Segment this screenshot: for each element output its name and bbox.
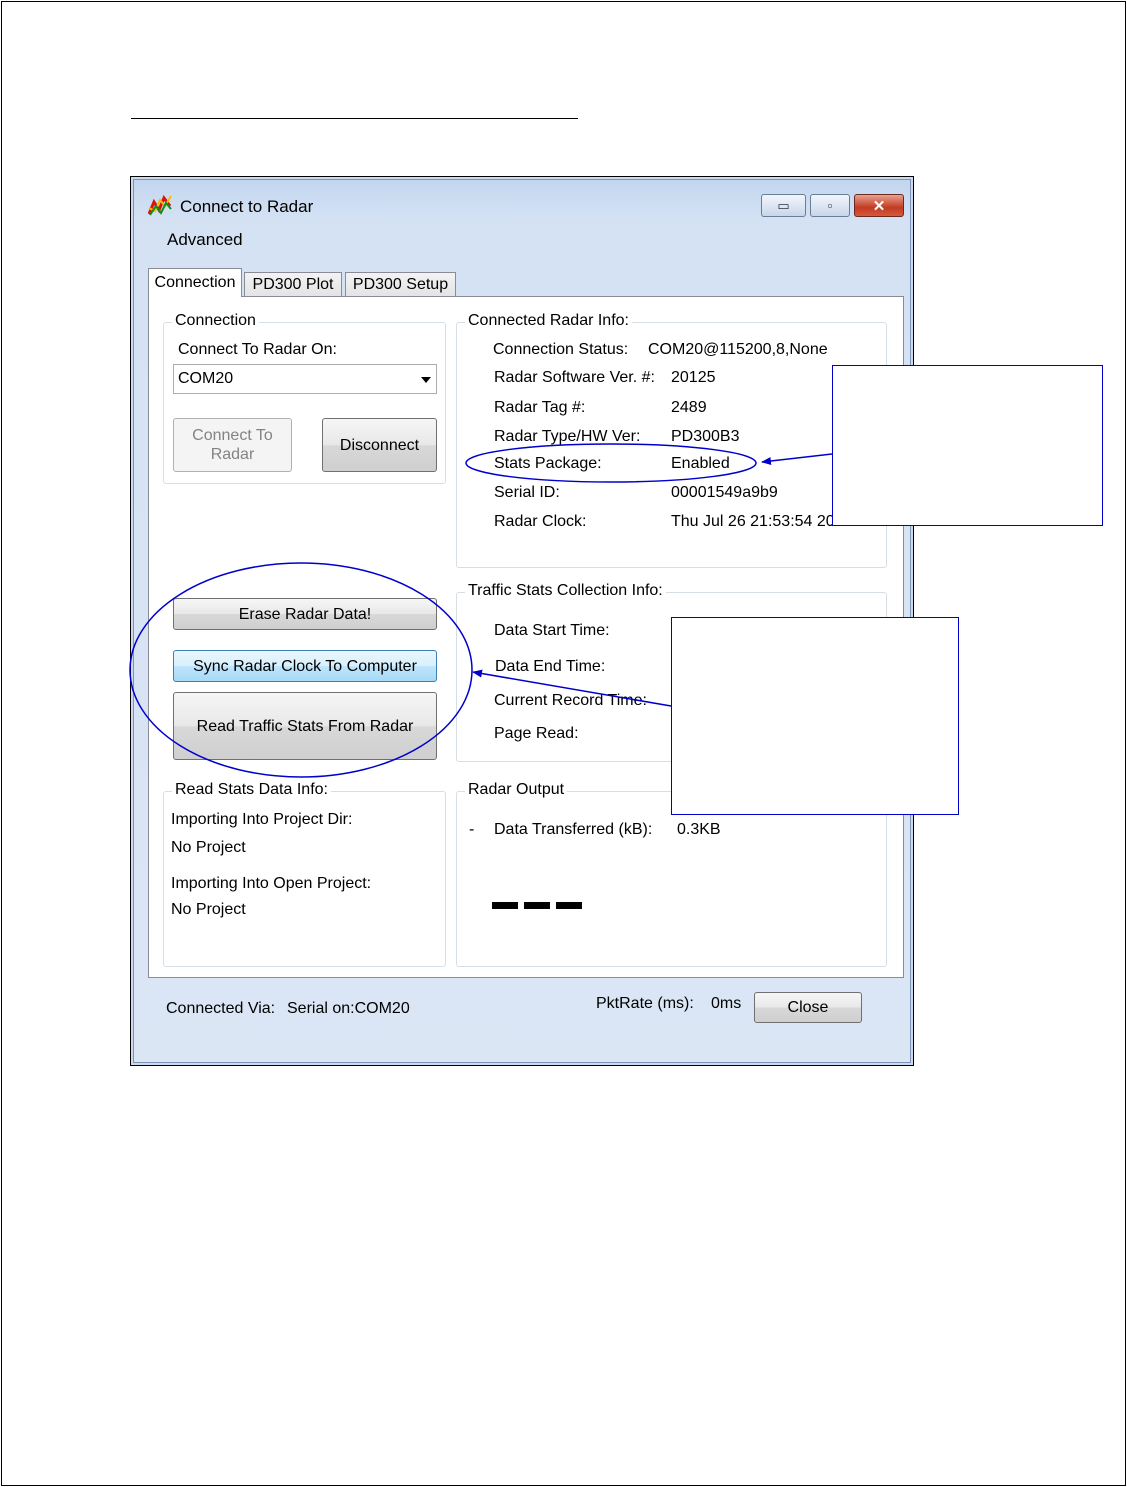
minimize-icon: ▭ xyxy=(777,197,790,213)
erase-radar-data-button[interactable]: Erase Radar Data! xyxy=(173,598,437,630)
app-chart-icon xyxy=(148,195,172,216)
software-version-value: 20125 xyxy=(671,369,716,386)
radar-tag-value: 2489 xyxy=(671,399,707,416)
radar-output-legend: Radar Output xyxy=(465,781,568,799)
radar-info-legend: Connected Radar Info: xyxy=(465,312,632,330)
port-select-value: COM20 xyxy=(178,370,234,387)
tab-pd300-plot-label: PD300 Plot xyxy=(252,276,334,293)
connect-to-radar-button[interactable]: Connect To Radar xyxy=(173,418,292,472)
radar-output-group: Radar Output xyxy=(456,781,887,967)
connect-on-label: Connect To Radar On: xyxy=(178,341,337,358)
radar-clock-label: Radar Clock: xyxy=(494,513,587,530)
software-version-label: Radar Software Ver. #: xyxy=(494,369,655,386)
close-button[interactable]: Close xyxy=(754,992,862,1023)
annotation-callout-box-2 xyxy=(671,617,959,815)
data-end-time-label: Data End Time: xyxy=(495,658,606,675)
tab-connection[interactable]: Connection xyxy=(148,268,242,297)
chevron-down-icon xyxy=(421,377,431,383)
menu-advanced[interactable]: Advanced xyxy=(167,230,243,250)
output-bullet: - xyxy=(469,821,475,838)
pktrate-value: 0ms xyxy=(711,995,742,1012)
activity-indicator-dash-1 xyxy=(492,902,518,909)
stats-package-label: Stats Package: xyxy=(494,455,602,472)
annotation-callout-box-1 xyxy=(832,365,1103,526)
maximize-icon: ▫ xyxy=(827,198,833,213)
connected-via-label: Connected Via: xyxy=(166,1000,276,1017)
heading-underline xyxy=(131,118,578,119)
close-window-button[interactable]: ✕ xyxy=(854,194,904,217)
sync-radar-clock-button[interactable]: Sync Radar Clock To Computer xyxy=(173,650,437,682)
serial-id-value: 00001549a9b9 xyxy=(671,484,778,501)
window-title: Connect to Radar xyxy=(180,197,314,216)
read-traffic-stats-label: Read Traffic Stats From Radar xyxy=(196,717,414,735)
data-transferred-label: Data Transferred (kB): xyxy=(494,821,653,838)
page-read-label: Page Read: xyxy=(494,725,579,742)
activity-indicator-dash-3 xyxy=(556,902,582,909)
minimize-button[interactable]: ▭ xyxy=(761,194,806,217)
disconnect-button[interactable]: Disconnect xyxy=(322,418,437,472)
connection-status-value: COM20@115200,8,None xyxy=(648,341,828,358)
radar-tag-label: Radar Tag #: xyxy=(494,399,586,416)
menu-bar: Advanced xyxy=(148,224,908,254)
connection-status-label: Connection Status: xyxy=(493,341,629,358)
pktrate-label: PktRate (ms): xyxy=(596,995,694,1012)
close-icon: ✕ xyxy=(872,197,886,215)
sync-radar-clock-label: Sync Radar Clock To Computer xyxy=(193,657,417,675)
data-transferred-value: 0.3KB xyxy=(677,821,721,838)
tab-pd300-setup-label: PD300 Setup xyxy=(352,276,449,293)
port-select[interactable]: COM20 xyxy=(173,364,437,394)
data-start-time-label: Data Start Time: xyxy=(494,622,610,639)
project-dir-label: Importing Into Project Dir: xyxy=(171,811,353,828)
connected-via-value: Serial on:COM20 xyxy=(287,1000,410,1017)
read-traffic-stats-button[interactable]: Read Traffic Stats From Radar xyxy=(173,692,437,760)
connection-group-legend: Connection xyxy=(172,312,259,330)
tab-pd300-setup[interactable]: PD300 Setup xyxy=(345,272,456,297)
current-record-time-label: Current Record Time: xyxy=(494,692,647,709)
radar-type-value: PD300B3 xyxy=(671,428,740,445)
tab-connection-label: Connection xyxy=(154,274,236,291)
close-button-label: Close xyxy=(787,999,829,1016)
erase-radar-data-label: Erase Radar Data! xyxy=(238,605,372,623)
maximize-button[interactable]: ▫ xyxy=(810,194,850,217)
open-project-label: Importing Into Open Project: xyxy=(171,875,372,892)
connect-to-radar-label: Connect To Radar xyxy=(192,427,273,463)
activity-indicator-dash-2 xyxy=(524,902,550,909)
read-stats-legend: Read Stats Data Info: xyxy=(172,781,331,799)
serial-id-label: Serial ID: xyxy=(494,484,560,501)
tab-pd300-plot[interactable]: PD300 Plot xyxy=(244,272,342,297)
traffic-stats-legend: Traffic Stats Collection Info: xyxy=(465,582,666,600)
stats-package-value: Enabled xyxy=(671,455,730,472)
open-project-value: No Project xyxy=(171,901,246,918)
project-dir-value: No Project xyxy=(171,839,246,856)
disconnect-label: Disconnect xyxy=(339,436,420,454)
radar-clock-value: Thu Jul 26 21:53:54 20 xyxy=(671,513,835,530)
radar-type-label: Radar Type/HW Ver: xyxy=(494,428,641,445)
